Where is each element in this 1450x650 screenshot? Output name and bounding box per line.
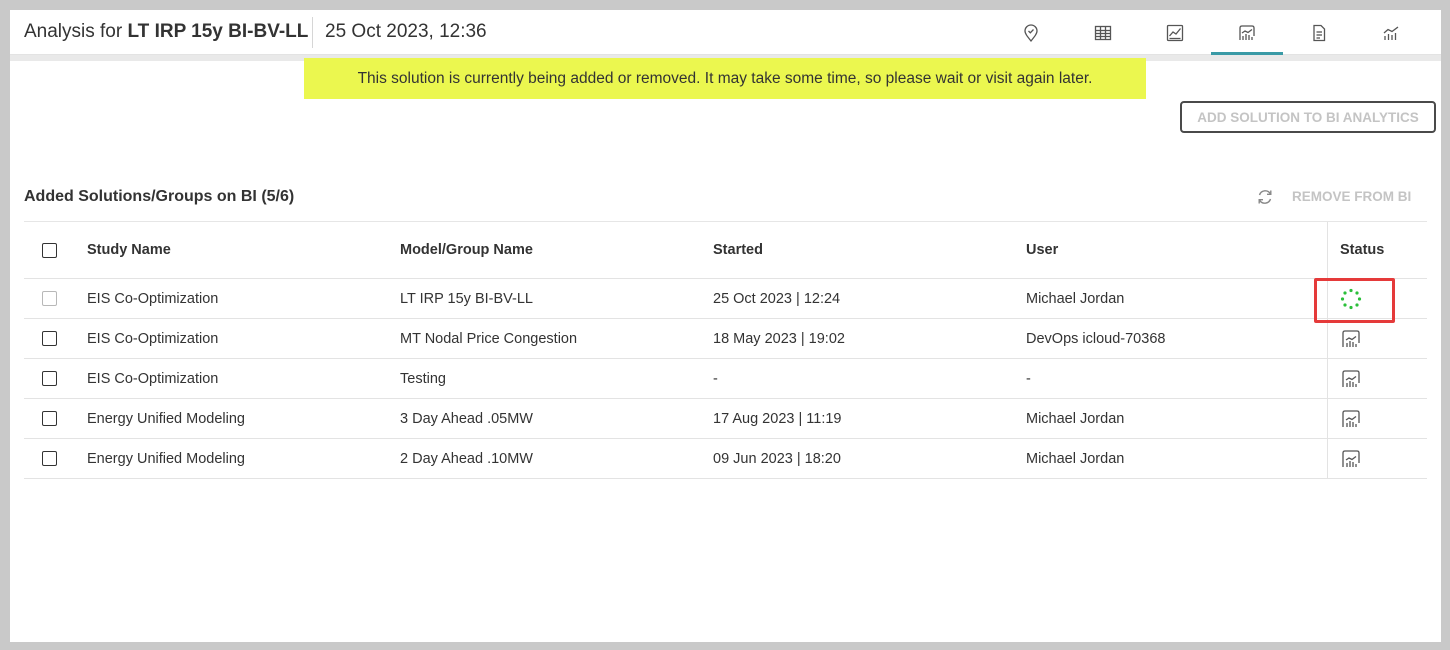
- refresh-icon[interactable]: [1255, 187, 1275, 207]
- tab-table[interactable]: [1067, 10, 1139, 55]
- model-name-cell: Testing: [400, 370, 446, 387]
- started-cell: 25 Oct 2023 | 12:24: [713, 290, 841, 307]
- column-header-model[interactable]: Model/Group Name: [400, 222, 533, 278]
- column-header-status[interactable]: Status: [1327, 222, 1427, 278]
- table-row[interactable]: Energy Unified Modeling 3 Day Ahead .05M…: [24, 399, 1427, 439]
- notice-banner: This solution is currently being added o…: [304, 58, 1146, 99]
- table-grid-icon: [1094, 25, 1112, 40]
- column-header-user[interactable]: User: [1026, 222, 1058, 278]
- model-name-cell: 2 Day Ahead .10MW: [400, 450, 533, 467]
- study-name-cell: EIS Co-Optimization: [87, 370, 219, 387]
- row-checkbox[interactable]: [42, 331, 57, 346]
- status-cell: [1327, 279, 1427, 318]
- row-checkbox-disabled: [42, 291, 57, 306]
- user-cell: Michael Jordan: [1026, 290, 1125, 307]
- row-checkbox-cell: [42, 279, 62, 318]
- row-checkbox-cell: [42, 319, 62, 358]
- user-cell: -: [1026, 370, 1031, 387]
- title-prefix: Analysis for: [24, 21, 128, 42]
- status-cell: [1327, 319, 1427, 358]
- status-cell: [1327, 399, 1427, 438]
- table-header-row: Study Name Model/Group Name Started User…: [24, 222, 1427, 279]
- model-name-cell: MT Nodal Price Congestion: [400, 330, 578, 347]
- bi-analytics-icon: [1239, 24, 1255, 40]
- trend-chart-icon: [1383, 25, 1399, 40]
- document-icon: [1313, 24, 1326, 41]
- row-checkbox[interactable]: [42, 411, 57, 426]
- bi-analytics-icon[interactable]: [1340, 448, 1362, 470]
- user-cell: DevOps icloud-70368: [1026, 330, 1166, 347]
- row-checkbox-cell: [42, 359, 62, 398]
- analysis-date: 25 Oct 2023, 12:36: [325, 21, 487, 42]
- model-name-cell: 3 Day Ahead .05MW: [400, 410, 533, 427]
- remove-from-bi-button[interactable]: REMOVE FROM BI: [1292, 189, 1411, 204]
- add-solution-button[interactable]: ADD SOLUTION TO BI ANALYTICS: [1180, 101, 1436, 133]
- table-row[interactable]: Energy Unified Modeling 2 Day Ahead .10M…: [24, 439, 1427, 479]
- user-cell: Michael Jordan: [1026, 410, 1125, 427]
- study-name-cell: EIS Co-Optimization: [87, 330, 219, 347]
- select-all-checkbox[interactable]: [42, 242, 57, 258]
- status-cell: [1327, 439, 1427, 478]
- status-cell: [1327, 359, 1427, 398]
- line-chart-icon: [1166, 24, 1184, 41]
- page-title: Analysis for LT IRP 15y BI-BV-LL: [24, 21, 308, 43]
- started-cell: 17 Aug 2023 | 11:19: [713, 410, 842, 427]
- row-checkbox-cell: [42, 439, 62, 478]
- bi-analytics-icon[interactable]: [1340, 408, 1362, 430]
- row-checkbox[interactable]: [42, 371, 57, 386]
- column-header-study[interactable]: Study Name: [87, 222, 171, 278]
- tab-location[interactable]: [995, 10, 1067, 55]
- model-name-cell: LT IRP 15y BI-BV-LL: [400, 290, 533, 307]
- row-checkbox-cell: [42, 399, 62, 438]
- tab-line-chart[interactable]: [1139, 10, 1211, 55]
- user-cell: Michael Jordan: [1026, 450, 1125, 467]
- section-title: Added Solutions/Groups on BI (5/6): [24, 188, 295, 205]
- row-checkbox[interactable]: [42, 451, 57, 466]
- location-pin-icon: [1024, 23, 1038, 42]
- header-checkbox-cell: [42, 222, 62, 278]
- bi-analysis-panel: Analysis for LT IRP 15y BI-BV-LL 25 Oct …: [10, 10, 1441, 642]
- started-cell: 09 Jun 2023 | 18:20: [713, 450, 841, 467]
- bi-analytics-icon[interactable]: [1340, 328, 1362, 350]
- notice-text: This solution is currently being added o…: [357, 69, 1093, 87]
- tab-trend[interactable]: [1355, 10, 1427, 55]
- title-divider: [312, 17, 313, 48]
- header-bar: Analysis for LT IRP 15y BI-BV-LL 25 Oct …: [10, 10, 1441, 55]
- study-name-cell: Energy Unified Modeling: [87, 450, 245, 467]
- bi-analytics-icon[interactable]: [1340, 368, 1362, 390]
- table-row[interactable]: EIS Co-Optimization LT IRP 15y BI-BV-LL …: [24, 279, 1427, 319]
- solution-name: LT IRP 15y BI-BV-LL: [127, 21, 309, 42]
- study-name-cell: Energy Unified Modeling: [87, 410, 245, 427]
- started-cell: 18 May 2023 | 19:02: [713, 330, 845, 347]
- started-cell: -: [713, 370, 718, 387]
- tab-bi-analytics[interactable]: [1211, 10, 1283, 55]
- table-row[interactable]: EIS Co-Optimization MT Nodal Price Conge…: [24, 319, 1427, 359]
- tab-document[interactable]: [1283, 10, 1355, 55]
- loading-spinner-icon: [1340, 288, 1362, 309]
- column-header-started[interactable]: Started: [713, 222, 763, 278]
- table-row[interactable]: EIS Co-Optimization Testing - -: [24, 359, 1427, 399]
- study-name-cell: EIS Co-Optimization: [87, 290, 219, 307]
